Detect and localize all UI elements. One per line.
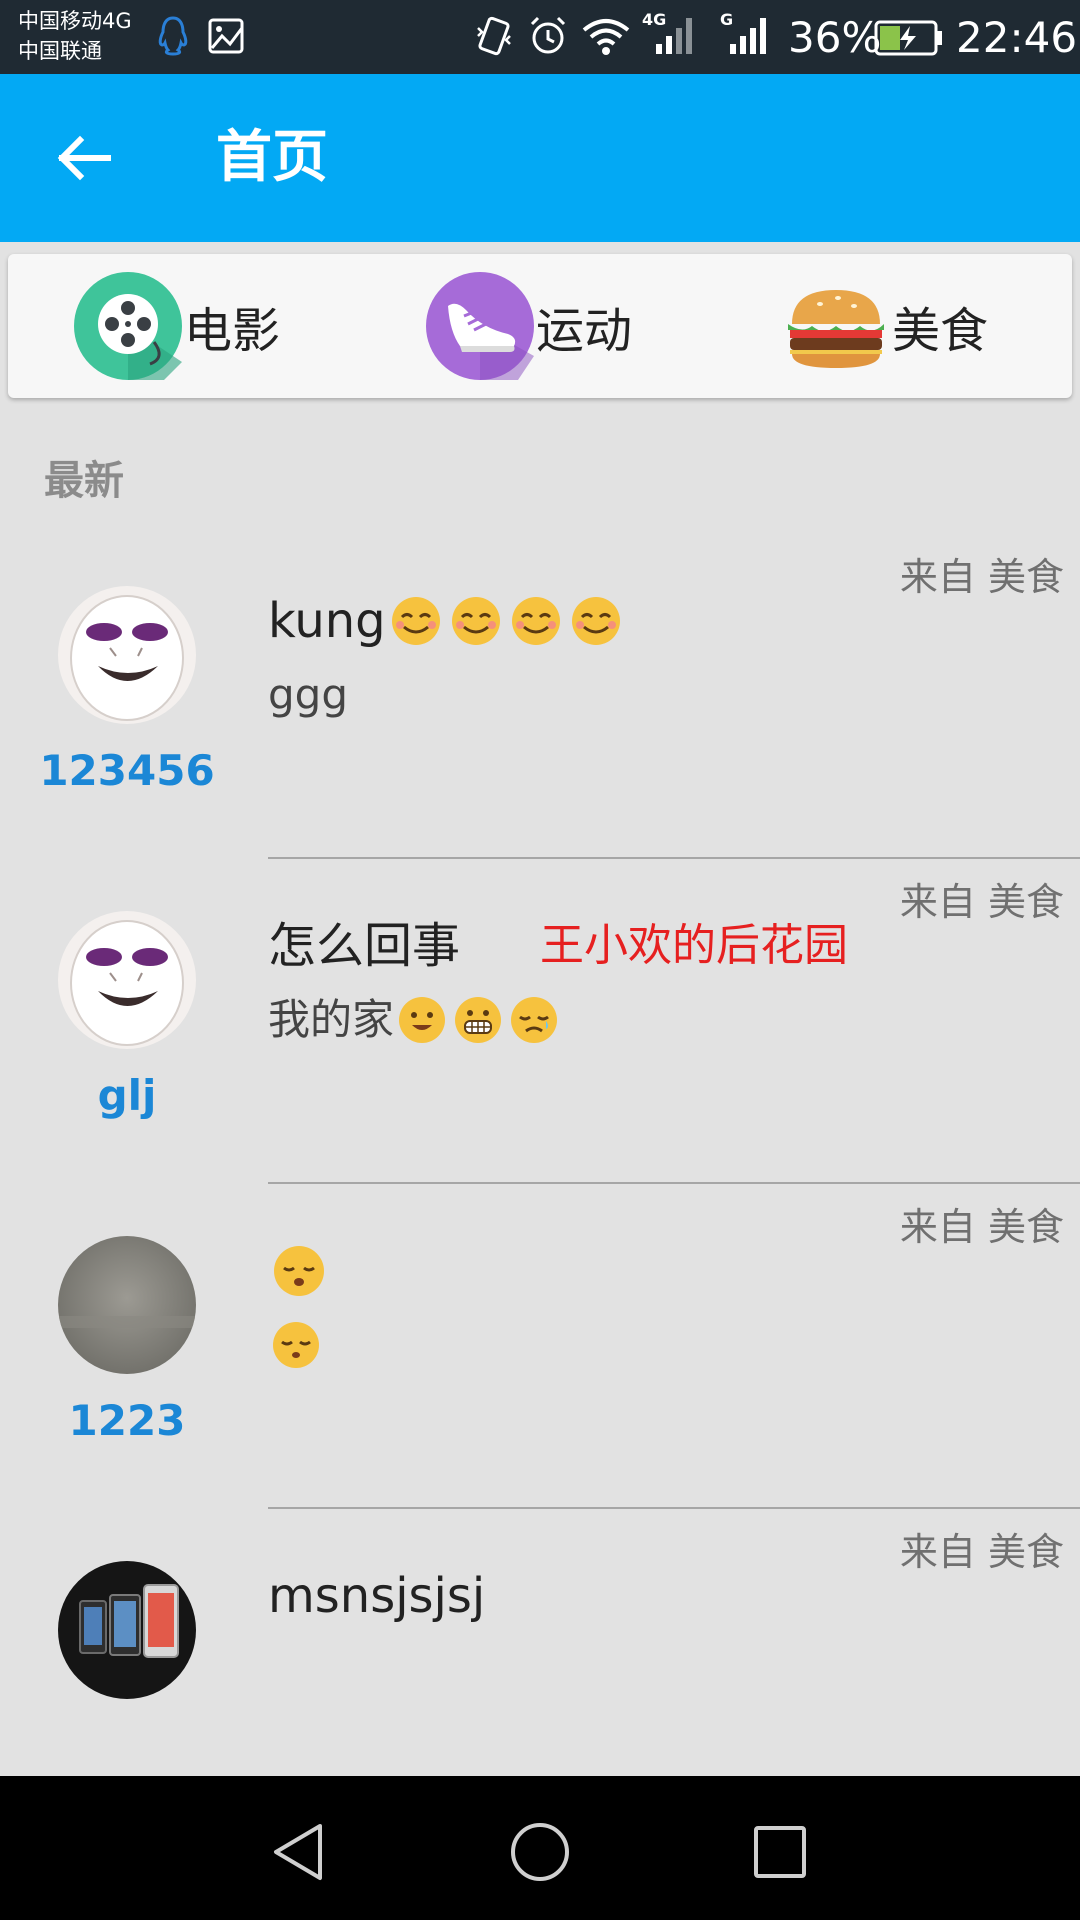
- circle-home-icon: [511, 1823, 569, 1881]
- avatar[interactable]: [58, 1561, 196, 1699]
- post-source: 来自 美食: [899, 1205, 1064, 1249]
- nav-recents-button[interactable]: [740, 1812, 820, 1892]
- post-item[interactable]: 来自 美食 1223: [0, 1184, 1080, 1509]
- carrier-2: 中国联通: [18, 39, 102, 63]
- status-bar: 中国移动4G 中国联通 4G G 36% 22:46: [0, 0, 1080, 74]
- system-nav-bar: [0, 1776, 1080, 1920]
- arrow-left-icon: [57, 135, 111, 181]
- post-item[interactable]: 来自 美食 123456 kung ggg: [0, 534, 1080, 859]
- category-movie[interactable]: 电影: [74, 272, 280, 380]
- post-source: 来自 美食: [899, 880, 1064, 924]
- meme-face-avatar: [58, 911, 196, 1049]
- section-title: 最新: [44, 458, 124, 504]
- post-tag: 王小欢的后花园: [540, 920, 848, 971]
- post-body: ggg: [268, 670, 348, 719]
- post-body-text: 我的家: [268, 995, 395, 1044]
- phones-photo-avatar: [58, 1561, 196, 1699]
- sneaker-icon: [426, 272, 534, 380]
- post-title: msnsjsjsj: [268, 1561, 485, 1631]
- smiling-emoji-icon: [391, 597, 440, 645]
- hamburger-icon: [788, 290, 884, 368]
- grin-emoji-icon: [455, 997, 502, 1043]
- post-title-text: kung: [268, 593, 386, 649]
- qq-icon: [158, 16, 188, 56]
- triangle-back-icon: [274, 1824, 322, 1880]
- avatar[interactable]: [58, 1236, 196, 1374]
- carrier-1: 中国移动4G: [18, 9, 132, 33]
- category-food[interactable]: 美食: [782, 272, 988, 380]
- category-label: 运动: [536, 303, 633, 359]
- smiling-emoji-icon: [511, 597, 560, 645]
- avatar[interactable]: [58, 586, 196, 724]
- post-title-text: msnsjsjsj: [268, 1568, 486, 1624]
- signal-icon-2: [730, 18, 766, 54]
- post-source: 来自 美食: [899, 1530, 1064, 1574]
- avatar[interactable]: [58, 911, 196, 1049]
- film-reel-icon: [74, 272, 182, 380]
- app-bar: 首页: [0, 74, 1080, 242]
- post-title-text: 怎么回事: [268, 918, 461, 974]
- smiling-emoji-icon: [451, 597, 500, 645]
- nav-home-button[interactable]: [500, 1812, 580, 1892]
- sleepy-emoji-icon: [273, 1322, 319, 1368]
- category-label: 美食: [892, 303, 989, 359]
- username[interactable]: 1223: [20, 1396, 234, 1445]
- battery-percent: 36%: [788, 13, 882, 62]
- battery-charging-icon: [874, 20, 942, 56]
- category-bar: 电影 运动 美食: [8, 254, 1072, 398]
- smile-emoji-icon: [399, 997, 446, 1043]
- post-body: [268, 1314, 324, 1376]
- meme-face-avatar: [58, 586, 196, 724]
- sad-emoji-icon: [511, 997, 558, 1043]
- post-item[interactable]: 来自 美食 glj 怎么回事 王小欢的后花园 我的家: [0, 859, 1080, 1184]
- post-title: 怎么回事: [268, 911, 460, 981]
- image-icon: [208, 18, 244, 54]
- clock: 22:46: [956, 13, 1078, 62]
- square-recents-icon: [754, 1826, 806, 1878]
- blurred-photo-avatar: [58, 1236, 196, 1374]
- signal-icon-1: [656, 18, 692, 54]
- post-title: [268, 1236, 330, 1306]
- category-sports[interactable]: 运动: [426, 272, 632, 380]
- carrier-info: 中国移动4G 中国联通: [18, 6, 132, 66]
- post-title: kung: [268, 586, 626, 656]
- alarm-icon: [530, 16, 566, 54]
- post-body: 我的家: [268, 989, 562, 1051]
- smiling-emoji-icon: [571, 597, 620, 645]
- post-source: 来自 美食: [899, 555, 1064, 599]
- username[interactable]: glj: [20, 1071, 234, 1120]
- category-label: 电影: [184, 303, 281, 359]
- vibrate-icon: [477, 16, 511, 56]
- username[interactable]: 123456: [20, 746, 234, 795]
- sleepy-emoji-icon: [274, 1246, 324, 1296]
- back-button[interactable]: [44, 118, 124, 198]
- nav-back-button[interactable]: [260, 1812, 340, 1892]
- page-title: 首页: [216, 125, 328, 190]
- wifi-icon: [582, 19, 630, 55]
